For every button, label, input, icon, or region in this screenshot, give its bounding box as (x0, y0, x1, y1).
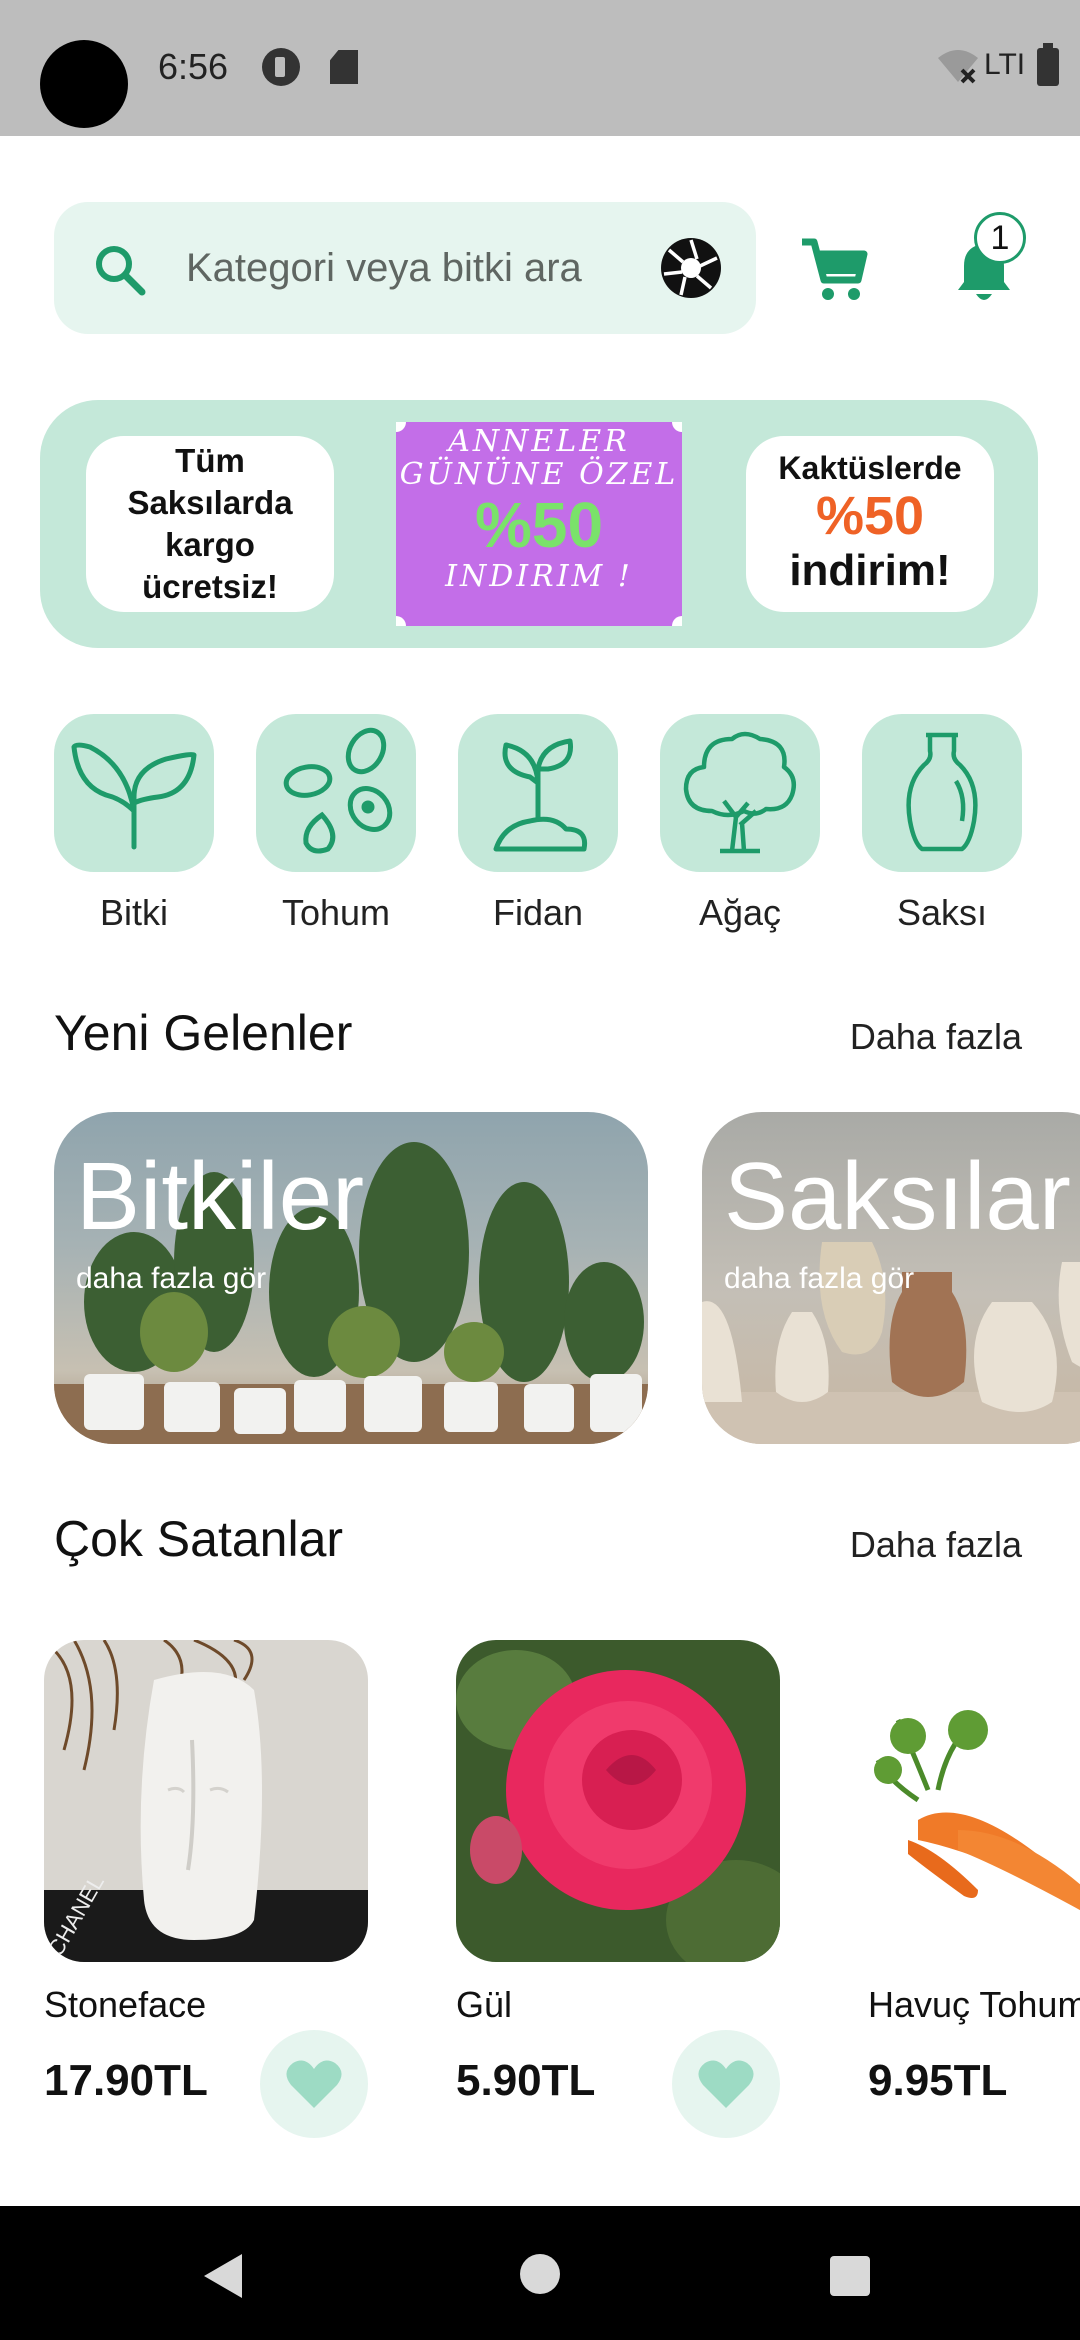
category-label: Bitki (99, 892, 168, 933)
arrival-card-subtitle: daha fazla gör (724, 1262, 915, 1295)
home-icon[interactable] (520, 2254, 560, 2294)
category-tile (862, 714, 1022, 872)
product-card[interactable]: Gül 5.90TL (456, 1640, 780, 2138)
category-label: Tohum (281, 892, 391, 933)
tree-icon (683, 731, 796, 854)
sapling-icon (493, 738, 588, 852)
product-price: 9.95TL (868, 2056, 1008, 2105)
product-name: Stoneface (44, 1984, 207, 2025)
cart-icon[interactable] (798, 234, 870, 306)
arrival-card-plants[interactable]: Bitkiler daha fazla gör (54, 1112, 648, 1444)
product-price: 5.90TL (456, 2056, 596, 2105)
category-tile (458, 714, 618, 872)
promo-right-percent: %50 (815, 486, 925, 546)
category-saksi[interactable]: Saksı (862, 714, 1022, 934)
ticket-notch (672, 616, 682, 626)
system-nav-bar (0, 2206, 1080, 2340)
promo-right-title: Kaktüslerde (778, 450, 962, 486)
category-label: Saksı (896, 892, 988, 933)
product-name: Havuç Tohumu (868, 1984, 1080, 2025)
search-bar[interactable] (54, 202, 756, 334)
sd-card-icon (330, 50, 358, 84)
best-sellers-more-link[interactable]: Daha fazla (850, 1524, 1022, 1566)
category-tohum[interactable]: Tohum (256, 714, 416, 934)
category-bitki[interactable]: Bitki (54, 714, 214, 934)
heart-icon (286, 2060, 342, 2108)
back-icon[interactable] (204, 2254, 242, 2298)
category-label: Ağaç (698, 892, 782, 933)
vase-icon (906, 732, 978, 852)
product-card[interactable]: CHANEL Stoneface 17.90TL (44, 1640, 368, 2138)
search-icon (96, 246, 146, 296)
recents-icon[interactable] (830, 2256, 870, 2296)
product-price: 17.90TL (44, 2056, 208, 2105)
favorite-button[interactable] (672, 2030, 780, 2138)
camera-cutout (40, 40, 128, 128)
wifi-off-icon (938, 50, 978, 84)
promo-right-label: indirim! (789, 546, 951, 596)
rose-photo (456, 1640, 780, 1962)
app-root: 6:56 LTI Kategori veya bitki ara 1 Tüm S… (0, 0, 1080, 2340)
category-tile (660, 714, 820, 872)
arrival-card-title: Bitkiler (76, 1143, 365, 1250)
product-card[interactable]: Havuç Tohumu 9.95TL (868, 1640, 1080, 2105)
product-image (868, 1640, 1080, 1962)
ticket-notch (396, 616, 406, 626)
promo-mothers-day[interactable]: ANNELER GÜNÜNE ÖZEL %50 INDIRIM ! (396, 422, 682, 626)
promo-line: GÜNÜNE ÖZEL (399, 457, 679, 492)
promo-banner[interactable]: Tüm Saksılarda kargo ücretsiz! ANNELER G… (40, 400, 1038, 648)
battery-icon (1037, 43, 1059, 86)
plant-icon (71, 742, 197, 850)
app-notification-icon (262, 48, 300, 86)
promo-free-shipping[interactable]: Tüm Saksılarda kargo ücretsiz! (86, 436, 334, 612)
status-bar: 6:56 LTI (0, 0, 1080, 136)
network-type: LTI (984, 48, 1026, 81)
best-sellers-title: Çok Satanlar (54, 1511, 344, 1567)
status-time: 6:56 (158, 46, 229, 87)
promo-discount: %50 (474, 489, 604, 561)
category-agac[interactable]: Ağaç (660, 714, 820, 934)
notification-badge: 1 (974, 212, 1026, 264)
new-arrivals-title: Yeni Gelenler (54, 1005, 353, 1061)
promo-line: INDIRIM ! (445, 559, 633, 595)
category-fidan[interactable]: Fidan (458, 714, 618, 934)
stoneface-vase-photo: CHANEL (44, 1640, 368, 1962)
camera-lens-icon[interactable] (659, 236, 723, 300)
category-tile (256, 714, 416, 872)
category-tile (54, 714, 214, 872)
arrival-card-title: Saksılar (724, 1143, 1071, 1250)
product-image: CHANEL (44, 1640, 368, 1962)
category-label: Fidan (492, 892, 584, 933)
promo-line: ANNELER (448, 424, 630, 459)
arrival-card-pots[interactable]: Saksılar daha fazla gör (702, 1112, 1080, 1444)
arrival-card-subtitle: daha fazla gör (76, 1262, 267, 1295)
new-arrivals-more-link[interactable]: Daha fazla (850, 1016, 1022, 1058)
search-input[interactable] (186, 238, 696, 298)
promo-cactus-discount[interactable]: Kaktüslerde %50 indirim! (746, 436, 994, 612)
heart-icon (698, 2060, 754, 2108)
product-image (456, 1640, 780, 1962)
carrot-photo (868, 1640, 1080, 1962)
product-name: Gül (456, 1984, 513, 2025)
seeds-icon (283, 727, 393, 854)
favorite-button[interactable] (260, 2030, 368, 2138)
